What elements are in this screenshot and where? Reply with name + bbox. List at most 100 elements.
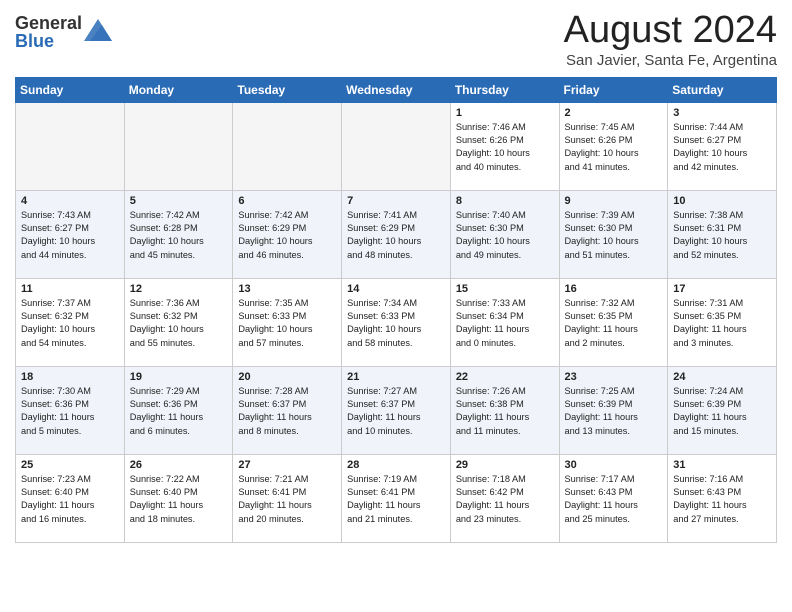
day-info: Sunrise: 7:26 AM Sunset: 6:38 PM Dayligh… (456, 385, 554, 438)
header-friday: Friday (559, 77, 668, 102)
logo: General Blue (15, 14, 112, 50)
day-number: 15 (456, 283, 554, 295)
day-number: 22 (456, 371, 554, 383)
day-number: 3 (673, 107, 771, 119)
table-row: 30 Sunrise: 7:17 AM Sunset: 6:43 PM Dayli… (559, 454, 668, 542)
day-info: Sunrise: 7:34 AM Sunset: 6:33 PM Dayligh… (347, 297, 445, 350)
table-row: 8Sunrise: 7:40 AM Sunset: 6:30 PM Daylig… (450, 190, 559, 278)
day-number: 23 (565, 371, 663, 383)
day-info: Sunrise: 7:31 AM Sunset: 6:35 PM Dayligh… (673, 297, 771, 350)
day-info: Sunrise: 7:24 AM Sunset: 6:39 PM Dayligh… (673, 385, 771, 438)
day-info: Sunrise: 7:36 AM Sunset: 6:32 PM Dayligh… (130, 297, 228, 350)
day-info: Sunrise: 7:28 AM Sunset: 6:37 PM Dayligh… (238, 385, 336, 438)
day-number: 24 (673, 371, 771, 383)
header-wednesday: Wednesday (342, 77, 451, 102)
table-row: 4 Sunrise: 7:43 AM Sunset: 6:27 PM Daylig… (16, 190, 125, 278)
day-number: 4 (21, 195, 119, 207)
header-tuesday: Tuesday (233, 77, 342, 102)
day-number: 19 (130, 371, 228, 383)
table-row: 12 Sunrise: 7:36 AM Sunset: 6:32 PM Dayli… (124, 278, 233, 366)
calendar-week-row: 25Sunrise: 7:23 AM Sunset: 6:40 PM Dayli… (16, 454, 777, 542)
day-info: Sunrise: 7:17 AM Sunset: 6:43 PM Dayligh… (565, 473, 663, 526)
day-info: Sunrise: 7:29 AM Sunset: 6:36 PM Dayligh… (130, 385, 228, 438)
day-number: 12 (130, 283, 228, 295)
day-info: Sunrise: 7:27 AM Sunset: 6:37 PM Dayligh… (347, 385, 445, 438)
day-number: 16 (565, 283, 663, 295)
day-number: 27 (238, 459, 336, 471)
day-info: Sunrise: 7:41 AM Sunset: 6:29 PM Dayligh… (347, 209, 445, 262)
table-row: 13Sunrise: 7:35 AM Sunset: 6:33 PM Dayli… (233, 278, 342, 366)
day-info: Sunrise: 7:25 AM Sunset: 6:39 PM Dayligh… (565, 385, 663, 438)
day-number: 9 (565, 195, 663, 207)
day-info: Sunrise: 7:18 AM Sunset: 6:42 PM Dayligh… (456, 473, 554, 526)
day-info: Sunrise: 7:32 AM Sunset: 6:35 PM Dayligh… (565, 297, 663, 350)
day-number: 21 (347, 371, 445, 383)
table-row: 27 Sunrise: 7:21 AM Sunset: 6:41 PM Dayli… (233, 454, 342, 542)
calendar-header-row: Sunday Monday Tuesday Wednesday Thursday… (16, 77, 777, 102)
day-info: Sunrise: 7:33 AM Sunset: 6:34 PM Dayligh… (456, 297, 554, 350)
table-row: 24 Sunrise: 7:24 AM Sunset: 6:39 PM Dayli… (668, 366, 777, 454)
logo-general-text: General (15, 14, 82, 32)
table-row: 21 Sunrise: 7:27 AM Sunset: 6:37 PM Dayli… (342, 366, 451, 454)
calendar-week-row: 1Sunrise: 7:46 AM Sunset: 6:26 PM Daylig… (16, 102, 777, 190)
logo-text: General Blue (15, 14, 82, 50)
day-info: Sunrise: 7:39 AM Sunset: 6:30 PM Dayligh… (565, 209, 663, 262)
table-row: 11 Sunrise: 7:37 AM Sunset: 6:32 PM Dayli… (16, 278, 125, 366)
day-number: 11 (21, 283, 119, 295)
table-row: 19 Sunrise: 7:29 AM Sunset: 6:36 PM Dayli… (124, 366, 233, 454)
day-info: Sunrise: 7:37 AM Sunset: 6:32 PM Dayligh… (21, 297, 119, 350)
day-info: Sunrise: 7:44 AM Sunset: 6:27 PM Dayligh… (673, 121, 771, 174)
header-sunday: Sunday (16, 77, 125, 102)
calendar-table: Sunday Monday Tuesday Wednesday Thursday… (15, 77, 777, 543)
calendar-week-row: 4 Sunrise: 7:43 AM Sunset: 6:27 PM Daylig… (16, 190, 777, 278)
calendar-week-row: 18Sunrise: 7:30 AM Sunset: 6:36 PM Dayli… (16, 366, 777, 454)
table-row: 16 Sunrise: 7:32 AM Sunset: 6:35 PM Dayli… (559, 278, 668, 366)
table-row: 14 Sunrise: 7:34 AM Sunset: 6:33 PM Dayli… (342, 278, 451, 366)
day-info: Sunrise: 7:45 AM Sunset: 6:26 PM Dayligh… (565, 121, 663, 174)
table-row: 10Sunrise: 7:38 AM Sunset: 6:31 PM Dayli… (668, 190, 777, 278)
table-row (124, 102, 233, 190)
day-number: 2 (565, 107, 663, 119)
day-number: 14 (347, 283, 445, 295)
day-info: Sunrise: 7:19 AM Sunset: 6:41 PM Dayligh… (347, 473, 445, 526)
day-info: Sunrise: 7:38 AM Sunset: 6:31 PM Dayligh… (673, 209, 771, 262)
day-number: 6 (238, 195, 336, 207)
day-info: Sunrise: 7:21 AM Sunset: 6:41 PM Dayligh… (238, 473, 336, 526)
table-row: 28 Sunrise: 7:19 AM Sunset: 6:41 PM Dayli… (342, 454, 451, 542)
header-monday: Monday (124, 77, 233, 102)
table-row: 22 Sunrise: 7:26 AM Sunset: 6:38 PM Dayli… (450, 366, 559, 454)
table-row: 25Sunrise: 7:23 AM Sunset: 6:40 PM Dayli… (16, 454, 125, 542)
page: General Blue August 2024 San Javier, San… (0, 0, 792, 558)
title-block: August 2024 San Javier, Santa Fe, Argent… (564, 10, 777, 69)
calendar-week-row: 11 Sunrise: 7:37 AM Sunset: 6:32 PM Dayli… (16, 278, 777, 366)
day-number: 5 (130, 195, 228, 207)
table-row (342, 102, 451, 190)
table-row: 31Sunrise: 7:16 AM Sunset: 6:43 PM Dayli… (668, 454, 777, 542)
table-row (16, 102, 125, 190)
day-number: 18 (21, 371, 119, 383)
day-number: 28 (347, 459, 445, 471)
table-row: 7 Sunrise: 7:41 AM Sunset: 6:29 PM Daylig… (342, 190, 451, 278)
day-info: Sunrise: 7:22 AM Sunset: 6:40 PM Dayligh… (130, 473, 228, 526)
location: San Javier, Santa Fe, Argentina (564, 52, 777, 69)
day-number: 31 (673, 459, 771, 471)
day-info: Sunrise: 7:42 AM Sunset: 6:28 PM Dayligh… (130, 209, 228, 262)
day-info: Sunrise: 7:40 AM Sunset: 6:30 PM Dayligh… (456, 209, 554, 262)
header: General Blue August 2024 San Javier, San… (15, 10, 777, 69)
table-row: 9 Sunrise: 7:39 AM Sunset: 6:30 PM Daylig… (559, 190, 668, 278)
logo-blue-text: Blue (15, 32, 82, 50)
day-info: Sunrise: 7:42 AM Sunset: 6:29 PM Dayligh… (238, 209, 336, 262)
day-info: Sunrise: 7:23 AM Sunset: 6:40 PM Dayligh… (21, 473, 119, 526)
day-number: 26 (130, 459, 228, 471)
month-title: August 2024 (564, 10, 777, 52)
day-info: Sunrise: 7:43 AM Sunset: 6:27 PM Dayligh… (21, 209, 119, 262)
day-info: Sunrise: 7:46 AM Sunset: 6:26 PM Dayligh… (456, 121, 554, 174)
table-row: 3 Sunrise: 7:44 AM Sunset: 6:27 PM Daylig… (668, 102, 777, 190)
table-row: 1Sunrise: 7:46 AM Sunset: 6:26 PM Daylig… (450, 102, 559, 190)
table-row: 18Sunrise: 7:30 AM Sunset: 6:36 PM Dayli… (16, 366, 125, 454)
table-row: 5 Sunrise: 7:42 AM Sunset: 6:28 PM Daylig… (124, 190, 233, 278)
day-number: 7 (347, 195, 445, 207)
day-info: Sunrise: 7:35 AM Sunset: 6:33 PM Dayligh… (238, 297, 336, 350)
day-number: 30 (565, 459, 663, 471)
table-row: 17Sunrise: 7:31 AM Sunset: 6:35 PM Dayli… (668, 278, 777, 366)
